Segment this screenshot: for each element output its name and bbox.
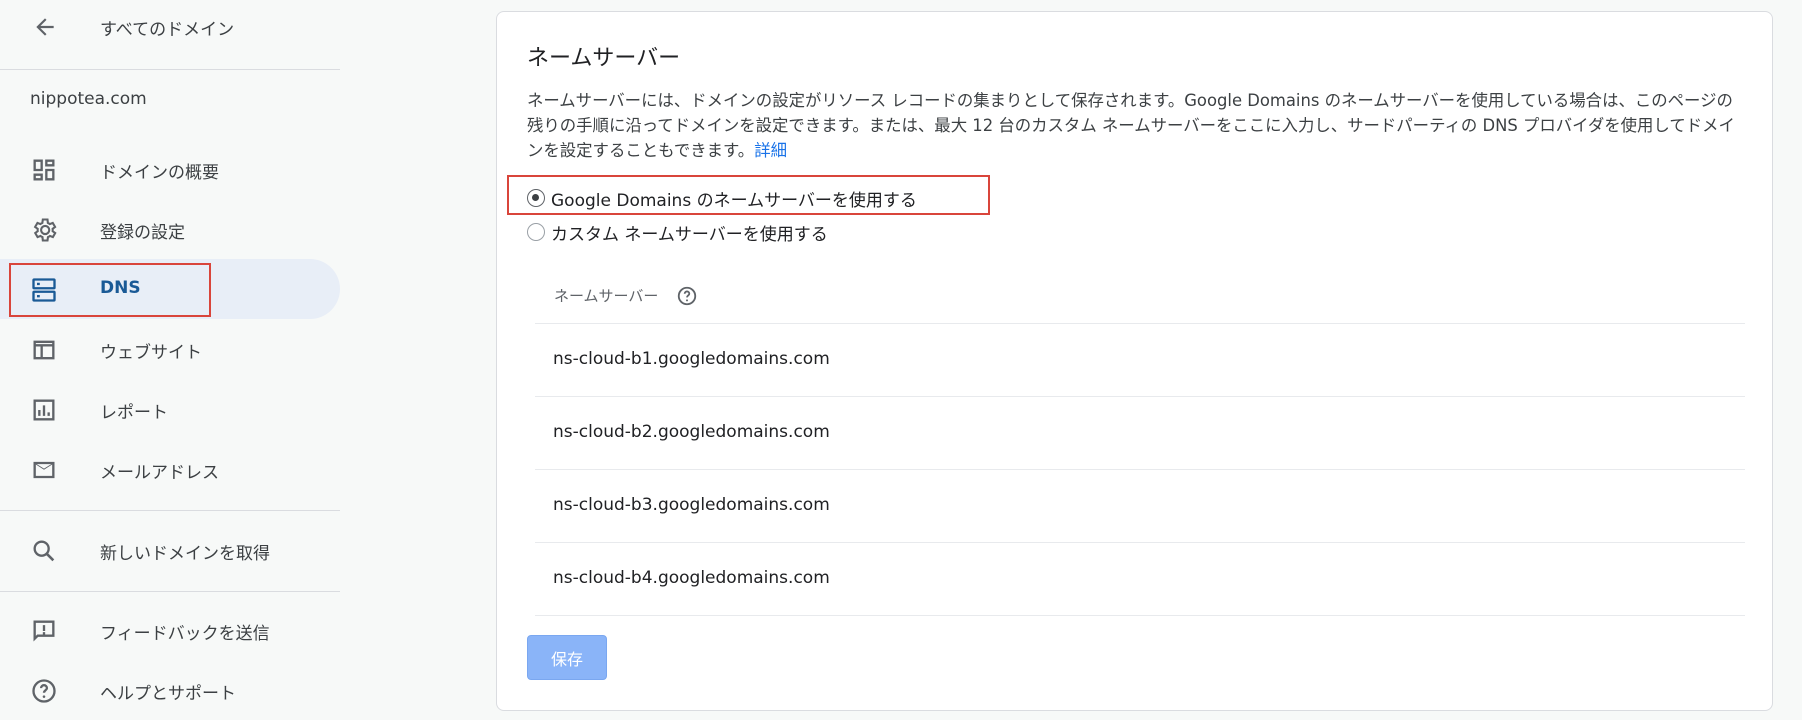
option-label: カスタム ネームサーバーを使用する [551, 224, 828, 245]
nameserver-value: ns-cloud-b4.googledomains.com [553, 568, 830, 588]
sidebar-item-feedback[interactable]: フィードバックを送信 [0, 600, 340, 660]
nameserver-value: ns-cloud-b3.googledomains.com [553, 495, 830, 515]
gear-icon [33, 218, 57, 242]
sidebar-item-registration-settings[interactable]: 登録の設定 [0, 199, 340, 259]
website-icon [33, 340, 55, 360]
sidebar-item-label: 新しいドメインを取得 [100, 544, 270, 564]
divider [535, 615, 1745, 616]
table-row: ns-cloud-b3.googledomains.com [535, 469, 1745, 541]
option-highlight-box [507, 175, 990, 215]
nameserver-description: ネームサーバーには、ドメインの設定がリソース レコードの集まりとして保存されます… [527, 88, 1737, 163]
back-to-all-domains[interactable]: すべてのドメイン [0, 0, 340, 68]
sidebar-item-label: メールアドレス [100, 463, 219, 483]
sidebar-item-label: 登録の設定 [100, 223, 185, 243]
nameserver-value: ns-cloud-b1.googledomains.com [553, 349, 830, 369]
sidebar-item-label: レポート [100, 403, 168, 423]
sidebar-item-help[interactable]: ヘルプとサポート [0, 660, 340, 720]
domain-name: nippotea.com [30, 89, 147, 109]
divider [0, 69, 340, 70]
description-text: ネームサーバーには、ドメインの設定がリソース レコードの集まりとして保存されます… [527, 91, 1735, 160]
nameserver-value: ns-cloud-b2.googledomains.com [553, 422, 830, 442]
details-link[interactable]: 詳細 [754, 141, 787, 160]
mail-icon [33, 461, 55, 479]
sidebar: すべてのドメイン nippotea.com ドメインの概要 登録の設定 DNS … [0, 0, 340, 720]
save-button[interactable]: 保存 [527, 635, 607, 680]
nameserver-column-header: ネームサーバー [554, 287, 659, 305]
nameserver-card: ネームサーバー ネームサーバーには、ドメインの設定がリソース レコードの集まりと… [496, 11, 1773, 711]
report-icon [33, 399, 55, 421]
radio-button[interactable] [527, 223, 545, 241]
option-custom-nameservers[interactable]: カスタム ネームサーバーを使用する [527, 220, 828, 245]
dashboard-icon [33, 159, 55, 181]
sidebar-item-website[interactable]: ウェブサイト [0, 319, 340, 379]
search-icon [33, 540, 55, 562]
sidebar-item-label: フィードバックを送信 [100, 624, 270, 644]
sidebar-item-label: ウェブサイト [100, 343, 202, 363]
sidebar-item-label: ドメインの概要 [100, 163, 219, 183]
arrow-back-icon[interactable] [32, 14, 58, 40]
divider [0, 591, 340, 592]
table-row: ns-cloud-b2.googledomains.com [535, 396, 1745, 468]
sidebar-item-get-new-domain[interactable]: 新しいドメインを取得 [0, 520, 340, 580]
sidebar-item-reports[interactable]: レポート [0, 379, 340, 439]
back-label: すべてのドメイン [100, 20, 235, 40]
divider [0, 510, 340, 511]
sidebar-item-label: ヘルプとサポート [100, 684, 236, 704]
page-title: ネームサーバー [527, 46, 681, 71]
dns-highlight-box [9, 263, 211, 317]
help-icon [32, 679, 56, 703]
table-row: ns-cloud-b1.googledomains.com [535, 323, 1745, 395]
feedback-icon [33, 620, 55, 642]
table-row: ns-cloud-b4.googledomains.com [535, 542, 1745, 614]
sidebar-item-overview[interactable]: ドメインの概要 [0, 139, 340, 199]
sidebar-item-email[interactable]: メールアドレス [0, 439, 340, 499]
help-icon[interactable] [676, 285, 698, 307]
